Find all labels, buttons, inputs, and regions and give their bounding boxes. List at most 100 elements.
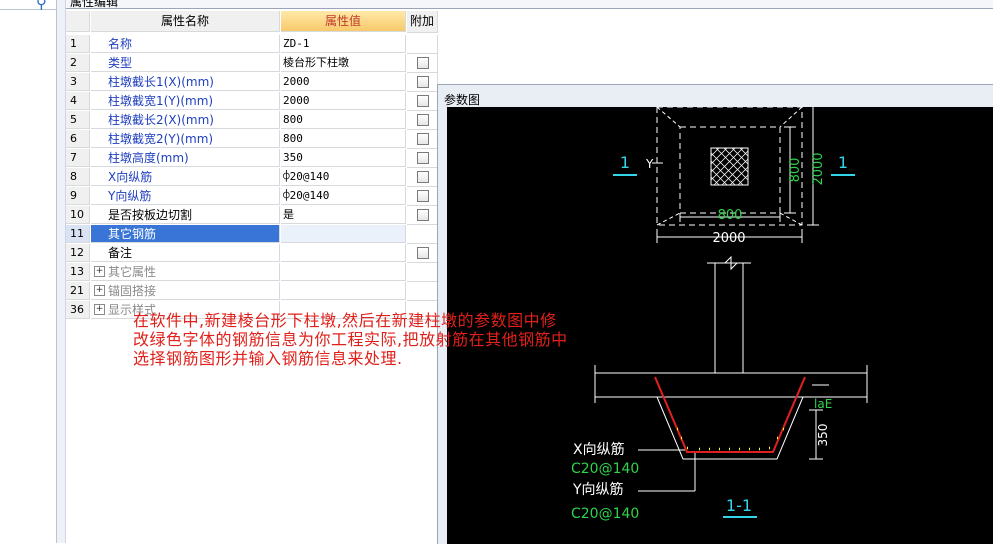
- add-checkbox[interactable]: [417, 76, 429, 88]
- add-cell: [407, 92, 438, 111]
- expand-plus-icon[interactable]: +: [94, 266, 105, 277]
- add-cell: [407, 35, 438, 54]
- property-value[interactable]: 棱台形下柱墩: [281, 54, 406, 72]
- property-value[interactable]: ZD-1: [281, 35, 406, 53]
- row-number: 10: [66, 206, 90, 224]
- property-value[interactable]: 800: [281, 130, 406, 148]
- property-name: 类型: [91, 54, 280, 72]
- property-value[interactable]: 2000: [281, 73, 406, 91]
- property-value[interactable]: 800: [281, 111, 406, 129]
- table-row-group[interactable]: 13 + 其它属性: [66, 263, 438, 282]
- row-number: 3: [66, 73, 90, 91]
- add-checkbox[interactable]: [417, 190, 429, 202]
- dim-350[interactable]: 350: [816, 424, 830, 447]
- add-checkbox[interactable]: [417, 95, 429, 107]
- property-value[interactable]: 350: [281, 149, 406, 167]
- property-name: 柱墩截长1(X)(mm): [91, 73, 280, 91]
- row-number: 5: [66, 111, 90, 129]
- dim-2000-vertical[interactable]: 2000: [811, 152, 826, 185]
- add-cell: [407, 168, 438, 187]
- property-name: 柱墩高度(mm): [91, 149, 280, 167]
- column-hatch: [710, 147, 749, 186]
- header-property-value[interactable]: 属性值: [281, 11, 406, 32]
- x-bar-label: X向纵筋: [573, 441, 625, 458]
- dim-800-horizontal[interactable]: 800: [718, 208, 743, 223]
- table-row[interactable]: 5 柱墩截长2(X)(mm) 800: [66, 111, 438, 130]
- row-number: 7: [66, 149, 90, 167]
- parameter-window-title: 参数图: [444, 93, 481, 107]
- add-cell: [407, 187, 438, 206]
- property-value[interactable]: [281, 225, 406, 243]
- table-row-selected[interactable]: 11 其它钢筋: [66, 225, 438, 244]
- property-panel-tab[interactable]: [66, 0, 993, 9]
- add-cell: [407, 206, 438, 225]
- left-navigation-strip: [0, 0, 57, 543]
- lae-label[interactable]: laE: [814, 397, 832, 411]
- grid-header-row: 属性名称 属性值 附加: [66, 11, 438, 33]
- table-row[interactable]: 3 柱墩截长1(X)(mm) 2000: [66, 73, 438, 92]
- property-value[interactable]: 是: [281, 206, 406, 224]
- add-cell: [407, 263, 438, 282]
- property-name: X向纵筋: [91, 168, 280, 186]
- add-checkbox[interactable]: [417, 247, 429, 259]
- table-row[interactable]: 10 是否按板边切割 是: [66, 206, 438, 225]
- row-number: 13: [66, 263, 90, 281]
- row-number: 2: [66, 54, 90, 72]
- add-cell: [407, 282, 438, 301]
- x-bar-value[interactable]: C20@140: [571, 461, 639, 477]
- group-name: + 其它属性: [91, 263, 280, 281]
- add-cell: [407, 244, 438, 263]
- property-value[interactable]: 2000: [281, 92, 406, 110]
- table-row-group[interactable]: 21 + 锚固搭接: [66, 282, 438, 301]
- property-name: 其它钢筋: [91, 225, 280, 243]
- property-name: 柱墩截长2(X)(mm): [91, 111, 280, 129]
- add-checkbox[interactable]: [417, 152, 429, 164]
- row-number: 1: [66, 35, 90, 53]
- add-checkbox[interactable]: [417, 133, 429, 145]
- section-dimensions: [638, 384, 829, 492]
- expand-plus-icon[interactable]: +: [94, 285, 105, 296]
- add-cell: [407, 149, 438, 168]
- table-row[interactable]: 4 柱墩截宽1(Y)(mm) 2000: [66, 92, 438, 111]
- add-checkbox[interactable]: [417, 114, 429, 126]
- table-row[interactable]: 12 备注: [66, 244, 438, 263]
- table-row[interactable]: 8 X向纵筋 ⌽20@140: [66, 168, 438, 187]
- property-name: 柱墩截宽2(Y)(mm): [91, 130, 280, 148]
- table-row[interactable]: 1 名称 ZD-1: [66, 35, 438, 54]
- row-number: 21: [66, 282, 90, 300]
- header-property-name[interactable]: 属性名称: [91, 11, 280, 32]
- table-row[interactable]: 7 柱墩高度(mm) 350: [66, 149, 438, 168]
- rebar-lines: [654, 376, 806, 453]
- add-cell: [407, 73, 438, 92]
- row-number: 11: [66, 225, 90, 243]
- y-axis-label: Y: [645, 157, 654, 171]
- group-label: 其它属性: [108, 265, 157, 279]
- property-value[interactable]: [281, 244, 406, 262]
- splitter[interactable]: [57, 0, 66, 543]
- property-value: [281, 282, 406, 300]
- property-value[interactable]: ⌽20@140: [281, 187, 406, 205]
- left-search-box[interactable]: [0, 0, 56, 10]
- dim-800-vertical[interactable]: 800: [788, 158, 803, 183]
- annotation-note: 在软件中,新建棱台形下柱墩,然后在新建柱墩的参数图中修改绿色字体的钢筋信息为你工…: [133, 311, 568, 368]
- expand-plus-icon[interactable]: +: [94, 304, 105, 315]
- add-checkbox[interactable]: [417, 209, 429, 221]
- add-cell: [407, 111, 438, 130]
- table-row[interactable]: 9 Y向纵筋 ⌽20@140: [66, 187, 438, 206]
- add-checkbox[interactable]: [417, 171, 429, 183]
- group-name: + 锚固搭接: [91, 282, 280, 300]
- property-panel-tab-label: 属性编辑: [70, 0, 119, 9]
- search-icon[interactable]: ⚲: [36, 0, 47, 11]
- row-number: 6: [66, 130, 90, 148]
- add-cell: [407, 225, 438, 244]
- table-row[interactable]: 6 柱墩截宽2(Y)(mm) 800: [66, 130, 438, 149]
- property-value[interactable]: ⌽20@140: [281, 168, 406, 186]
- row-number: 9: [66, 187, 90, 205]
- y-bar-value[interactable]: C20@140: [571, 506, 639, 522]
- row-number: 8: [66, 168, 90, 186]
- header-add[interactable]: 附加: [407, 11, 438, 33]
- row-number: 12: [66, 244, 90, 262]
- section-mark-left: 1: [620, 153, 630, 172]
- table-row[interactable]: 2 类型 棱台形下柱墩: [66, 54, 438, 73]
- add-checkbox[interactable]: [417, 57, 429, 69]
